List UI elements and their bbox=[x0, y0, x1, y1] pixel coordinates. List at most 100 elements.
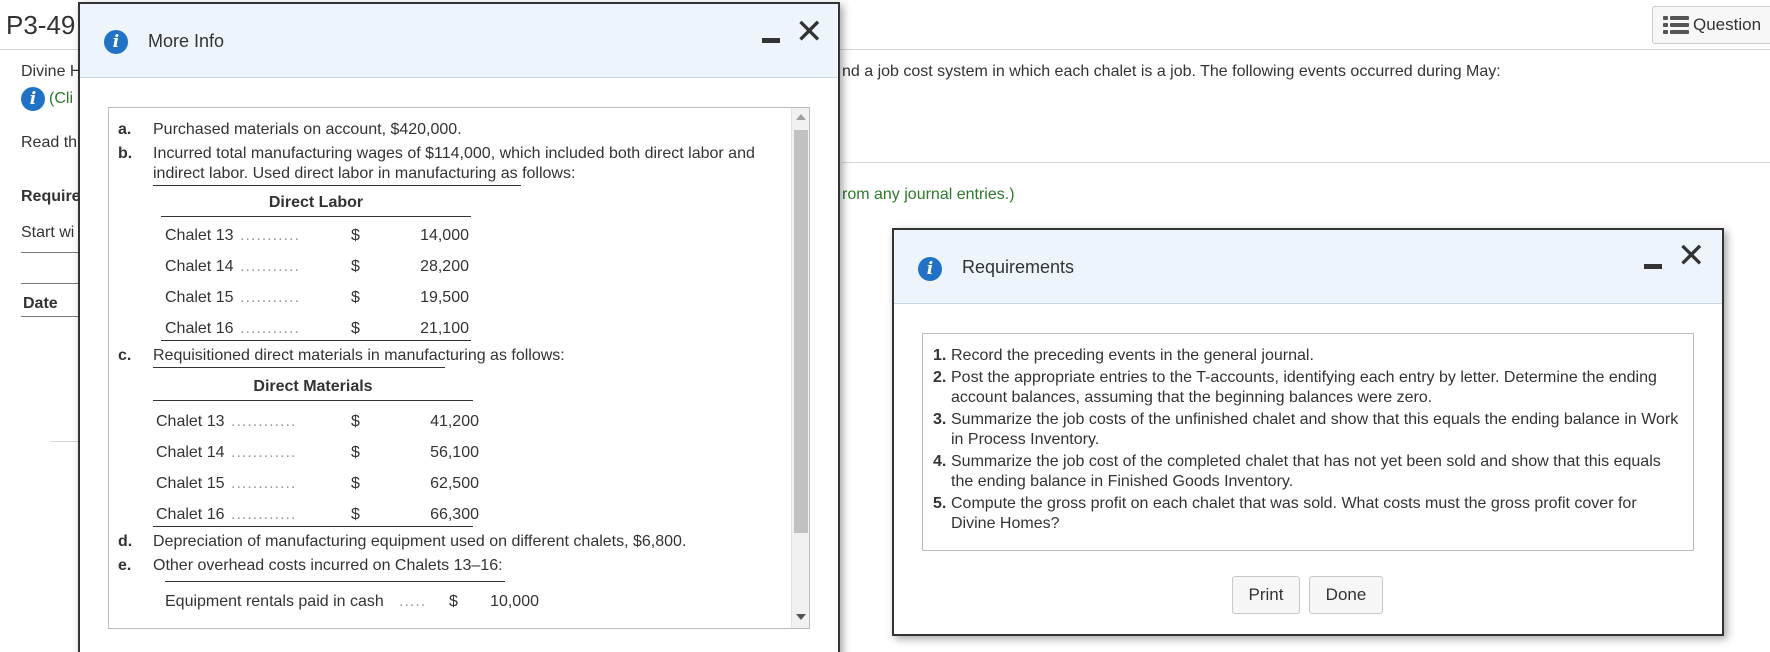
item-number: 2. bbox=[933, 369, 947, 386]
click-info-text[interactable]: (Cli bbox=[49, 90, 73, 108]
question-button-label: Question bbox=[1693, 15, 1762, 34]
question-button[interactable]: Question bbox=[1652, 6, 1770, 44]
row-label: Chalet 15 bbox=[165, 289, 234, 306]
row-value: 56,100 bbox=[430, 444, 479, 461]
item-text-a: Purchased materials on account, $420,000… bbox=[153, 121, 462, 138]
divider bbox=[153, 367, 445, 368]
scroll-up-icon[interactable] bbox=[796, 114, 806, 120]
info-icon[interactable]: i bbox=[21, 87, 45, 111]
row-currency: $ bbox=[351, 258, 360, 275]
item-text: Summarize the job cost of the completed … bbox=[951, 453, 1661, 490]
journal-divider-2 bbox=[21, 283, 79, 284]
row-leader: ............ bbox=[231, 475, 297, 492]
row-value: 21,100 bbox=[420, 320, 469, 337]
item-number: 5. bbox=[933, 495, 947, 512]
page-title: P3-49 bbox=[6, 10, 76, 40]
read-text: Read th bbox=[21, 134, 78, 151]
list-item: 4. Summarize the job cost of the complet… bbox=[933, 452, 1683, 492]
row-label: Chalet 16 bbox=[165, 320, 234, 337]
more-info-title: More Info bbox=[148, 31, 225, 51]
row-label: Equipment rentals paid in cash bbox=[165, 593, 384, 610]
item-text: Compute the gross profit on each chalet … bbox=[951, 495, 1637, 532]
info-icon: i bbox=[104, 30, 128, 54]
row-value: 62,500 bbox=[430, 475, 479, 492]
list-item: 2. Post the appropriate entries to the T… bbox=[933, 368, 1683, 408]
close-icon[interactable]: ✕ bbox=[1677, 239, 1706, 273]
direct-materials-header: Direct Materials bbox=[253, 378, 373, 395]
more-info-header: i More Info ✕ bbox=[80, 4, 838, 78]
requirements-list: 1. Record the preceding events in the ge… bbox=[922, 333, 1694, 551]
divider bbox=[161, 216, 471, 217]
direct-labor-header: Direct Labor bbox=[268, 194, 364, 211]
list-icon bbox=[1663, 16, 1689, 34]
item-text: Summarize the job costs of the unfinishe… bbox=[951, 411, 1679, 448]
row-value: 66,300 bbox=[430, 506, 479, 523]
requirements-label: Require bbox=[21, 188, 81, 205]
click-info-row[interactable]: i (Cli bbox=[21, 87, 73, 111]
row-currency: $ bbox=[351, 320, 360, 337]
more-info-dialog: i More Info ✕ a. Purchased materials on … bbox=[78, 2, 840, 652]
row-leader: ........... bbox=[240, 320, 300, 337]
row-label: Chalet 13 bbox=[165, 227, 234, 244]
row-label: Chalet 16 bbox=[156, 506, 225, 523]
row-value: 28,200 bbox=[420, 258, 469, 275]
row-value: 41,200 bbox=[430, 413, 479, 430]
item-letter-c: c. bbox=[118, 347, 132, 364]
journal-divider-4 bbox=[50, 441, 80, 442]
date-column-header: Date bbox=[23, 295, 58, 312]
requirements-header: i Requirements ✕ bbox=[894, 230, 1722, 304]
divider bbox=[153, 400, 473, 401]
minimize-icon[interactable] bbox=[762, 38, 780, 43]
row-currency: $ bbox=[351, 227, 360, 244]
row-label: Chalet 14 bbox=[165, 258, 234, 275]
close-icon[interactable]: ✕ bbox=[795, 15, 824, 49]
divider bbox=[165, 581, 505, 582]
scroll-down-icon[interactable] bbox=[796, 614, 806, 620]
row-label: Chalet 15 bbox=[156, 475, 225, 492]
item-text: Record the preceding events in the gener… bbox=[951, 347, 1314, 364]
divider bbox=[161, 340, 471, 341]
row-currency: $ bbox=[351, 506, 360, 523]
item-letter-e: e. bbox=[118, 557, 132, 574]
intro-text-start: Divine H bbox=[21, 63, 82, 80]
row-value: 19,500 bbox=[420, 289, 469, 306]
journal-divider-3 bbox=[21, 316, 79, 317]
row-value: 14,000 bbox=[420, 227, 469, 244]
requirements-dialog: i Requirements ✕ 1. Record the preceding… bbox=[892, 228, 1724, 636]
item-text-b-line2: indirect labor. Used direct labor in man… bbox=[153, 165, 576, 182]
item-number: 3. bbox=[933, 411, 947, 428]
green-hint-text: rom any journal entries.) bbox=[842, 186, 1015, 203]
item-number: 1. bbox=[933, 347, 947, 364]
minimize-icon[interactable] bbox=[1644, 264, 1662, 269]
row-currency: $ bbox=[351, 444, 360, 461]
row-leader: ............ bbox=[231, 444, 297, 461]
row-label: Chalet 14 bbox=[156, 444, 225, 461]
row-label: Chalet 13 bbox=[156, 413, 225, 430]
scrollbar[interactable] bbox=[791, 108, 809, 628]
item-letter-a: a. bbox=[118, 121, 132, 138]
done-button[interactable]: Done bbox=[1309, 576, 1383, 614]
requirements-title: Requirements bbox=[962, 257, 1075, 277]
intro-text-end: nd a job cost system in which each chale… bbox=[842, 63, 1501, 80]
row-currency: $ bbox=[351, 413, 360, 430]
item-number: 4. bbox=[933, 453, 947, 470]
row-value: 10,000 bbox=[490, 593, 539, 610]
list-item: 1. Record the preceding events in the ge… bbox=[933, 346, 1683, 366]
divider bbox=[153, 185, 521, 186]
row-currency: $ bbox=[351, 475, 360, 492]
item-letter-d: d. bbox=[118, 533, 133, 550]
journal-divider-1 bbox=[21, 252, 79, 253]
list-item: 3. Summarize the job costs of the unfini… bbox=[933, 410, 1683, 450]
row-leader: ..... bbox=[399, 593, 427, 610]
info-icon: i bbox=[918, 257, 942, 281]
more-info-content[interactable]: a. Purchased materials on account, $420,… bbox=[108, 107, 810, 629]
item-text-c: Requisitioned direct materials in manufa… bbox=[153, 347, 565, 364]
list-item: 5. Compute the gross profit on each chal… bbox=[933, 494, 1683, 534]
row-leader: ........... bbox=[240, 258, 300, 275]
print-button[interactable]: Print bbox=[1232, 576, 1300, 614]
divider bbox=[153, 526, 473, 527]
mid-divider bbox=[842, 162, 1770, 163]
scroll-thumb[interactable] bbox=[794, 130, 808, 533]
item-text-d: Depreciation of manufacturing equipment … bbox=[153, 533, 687, 550]
row-leader: ............ bbox=[231, 506, 297, 523]
